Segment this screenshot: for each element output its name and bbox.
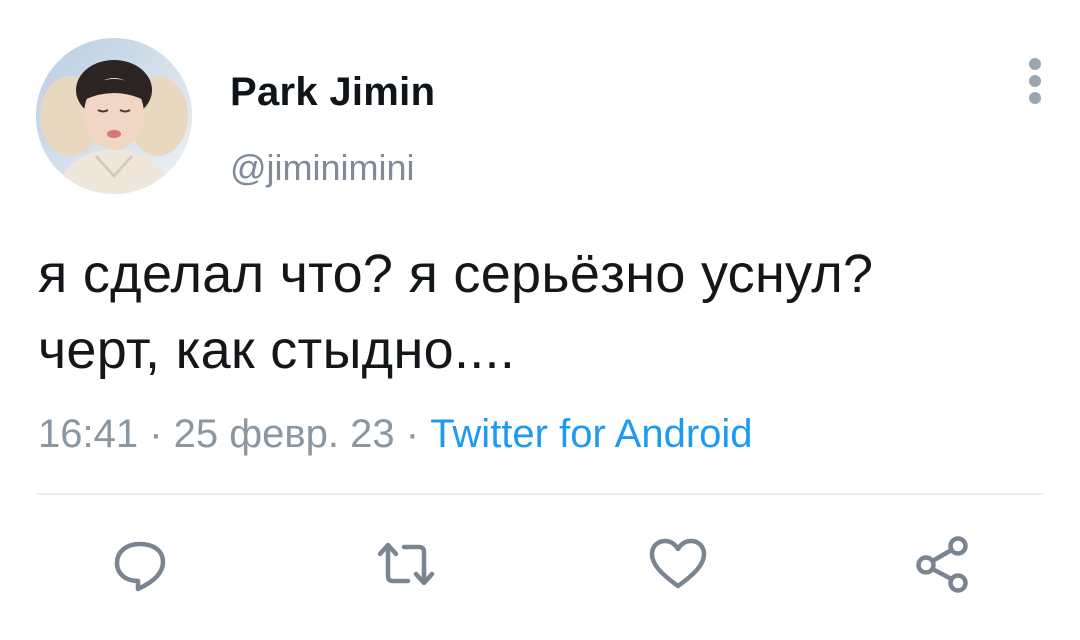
- tweet-source-link[interactable]: Twitter for Android: [430, 412, 752, 456]
- tweet-detail: Park Jimin @jiminimini я сделал что? я с…: [0, 0, 1080, 640]
- tweet-text-line: я сделал что? я серьёзно уснул?: [38, 244, 874, 304]
- retweet-icon: [377, 542, 435, 586]
- more-options-icon[interactable]: [1020, 58, 1050, 108]
- retweet-button[interactable]: [374, 532, 438, 596]
- tweet-time[interactable]: 16:41: [38, 412, 138, 456]
- like-button[interactable]: [646, 532, 710, 596]
- reply-button[interactable]: [108, 532, 172, 596]
- share-icon: [916, 536, 968, 593]
- share-button[interactable]: [910, 532, 974, 596]
- tweet-text-line: черт, как стыдно....: [38, 320, 516, 380]
- divider: [36, 493, 1044, 495]
- tweet-text: я сделал что? я серьёзно уснул? черт, ка…: [38, 236, 1058, 388]
- tweet-metadata: 16:41 · 25 февр. 23 · Twitter for Androi…: [38, 408, 753, 460]
- author-handle[interactable]: @jiminimini: [230, 146, 415, 190]
- author-display-name[interactable]: Park Jimin: [230, 68, 435, 116]
- avatar[interactable]: [36, 38, 192, 194]
- meta-separator: ·: [138, 412, 174, 456]
- like-icon: [649, 538, 707, 589]
- profile-photo-icon: [36, 38, 192, 194]
- tweet-date[interactable]: 25 февр. 23: [174, 412, 395, 456]
- meta-separator: ·: [394, 412, 431, 456]
- reply-icon: [114, 541, 166, 592]
